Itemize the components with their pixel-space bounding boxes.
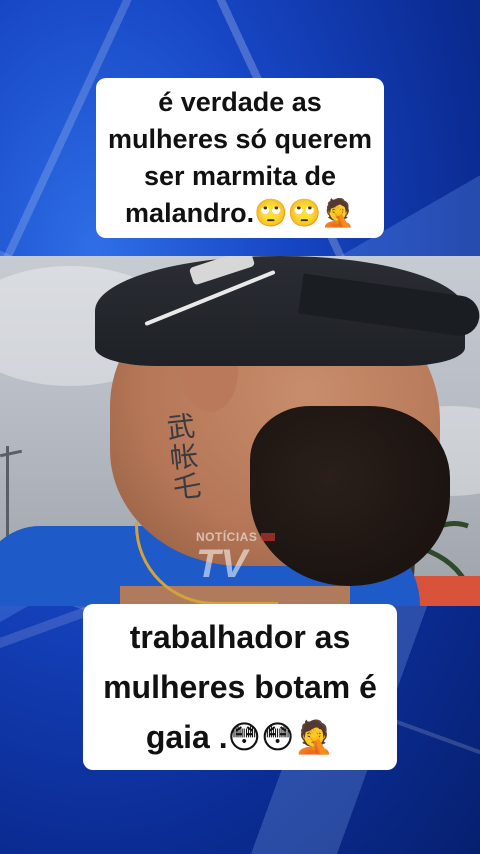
street-pole-arm <box>0 449 23 458</box>
neck-tattoo: 武 帐 乇 <box>165 409 203 505</box>
caption-bottom-line-1: trabalhador as <box>129 619 351 655</box>
caption-bottom-line-2: mulheres botam é <box>103 669 377 705</box>
watermark-logo: NOTÍCIAS TV <box>196 528 296 584</box>
caption-bottom-line-3: gaia .😳😳🤦 <box>145 719 335 755</box>
watermark-big-text: TV <box>196 542 248 586</box>
caption-top-line-2: mulheres só querem <box>107 124 373 154</box>
caption-top-line-3: ser marmita de <box>143 161 337 191</box>
watermark-badge <box>261 532 276 541</box>
caption-top-line-4: malandro.🙄🙄🤦 <box>125 198 355 228</box>
caption-bottom: trabalhador as mulheres botam é gaia .😳😳… <box>83 604 397 770</box>
caption-top-line-1: é verdade as <box>158 87 322 117</box>
video-frame[interactable]: 武 帐 乇 NOTÍCIAS TV <box>0 256 480 606</box>
caption-top: é verdade as mulheres só querem ser marm… <box>96 78 384 238</box>
